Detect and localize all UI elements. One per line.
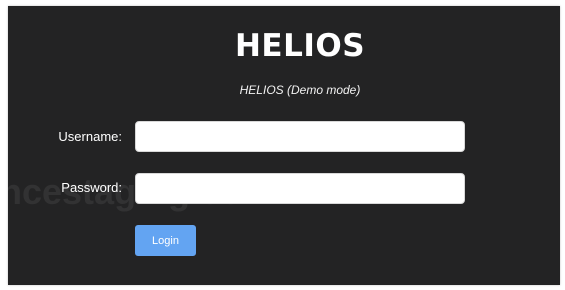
app-title: HELIOS	[234, 28, 366, 64]
password-label: Password:	[61, 180, 122, 195]
login-button[interactable]: Login	[135, 225, 196, 256]
password-field[interactable]	[135, 173, 465, 204]
login-panel: ncestaging.com HELIOS HELIOS (Demo mode)…	[8, 6, 560, 285]
username-label: Username:	[58, 129, 122, 144]
username-field[interactable]	[135, 121, 465, 152]
app-subtitle: HELIOS (Demo mode)	[239, 83, 361, 97]
